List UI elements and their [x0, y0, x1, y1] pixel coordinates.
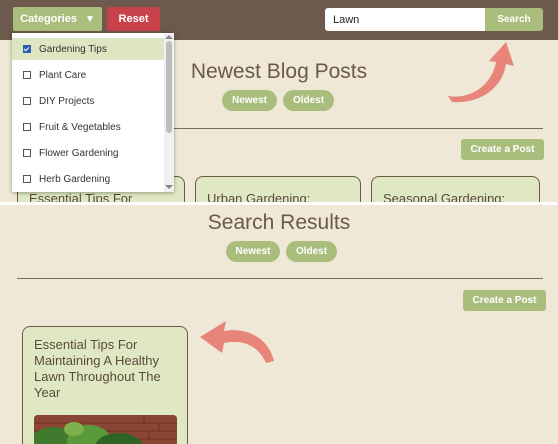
- categories-button-label: Categories: [20, 13, 77, 25]
- checkbox[interactable]: [23, 97, 31, 105]
- search-results-screen: Search Results Newest Oldest Create a Po…: [0, 205, 558, 444]
- blog-list-screen: Categories ▼ Reset Search Newest Blog Po…: [0, 0, 558, 202]
- post-card-title: Urban Gardening:: [207, 191, 311, 202]
- category-option-label: Fruit & Vegetables: [39, 121, 121, 133]
- section-divider: [17, 278, 543, 279]
- checkbox[interactable]: [23, 123, 31, 131]
- checkbox[interactable]: [23, 175, 31, 183]
- search-button[interactable]: Search: [485, 8, 543, 31]
- scrollbar-thumb[interactable]: [166, 41, 172, 133]
- category-option-diy-projects[interactable]: DIY Projects: [12, 90, 164, 112]
- post-card-title: Essential Tips For: [29, 191, 133, 202]
- category-option-fruit-vegetables[interactable]: Fruit & Vegetables: [12, 116, 164, 138]
- category-option-label: DIY Projects: [39, 95, 95, 107]
- categories-button[interactable]: Categories ▼: [13, 7, 102, 31]
- category-option-flower-gardening[interactable]: Flower Gardening: [12, 142, 164, 164]
- annotation-arrow-icon: [200, 321, 274, 363]
- post-thumbnail-image: [34, 415, 177, 444]
- category-option-label: Plant Care: [39, 69, 87, 81]
- category-option-label: Herb Gardening: [39, 173, 111, 185]
- category-option-label: Gardening Tips: [39, 43, 107, 55]
- caret-down-icon: ▼: [84, 13, 95, 25]
- scroll-down-arrow-icon[interactable]: [165, 185, 173, 189]
- dropdown-scrollbar[interactable]: [164, 33, 174, 192]
- category-option-label: Flower Gardening: [39, 147, 119, 159]
- sort-newest-button[interactable]: Newest: [226, 241, 280, 262]
- category-option-gardening-tips[interactable]: Gardening Tips: [12, 38, 164, 60]
- category-option-herb-gardening[interactable]: Herb Gardening: [12, 168, 164, 190]
- annotation-arrow-icon: [448, 42, 514, 103]
- sort-newest-button[interactable]: Newest: [222, 90, 277, 111]
- blog-post-card[interactable]: Urban Gardening:: [195, 176, 361, 202]
- checkbox[interactable]: [23, 71, 31, 79]
- search-result-card[interactable]: Essential Tips For Maintaining A Healthy…: [22, 326, 188, 444]
- reset-button[interactable]: Reset: [107, 7, 160, 31]
- search-results-title: Search Results: [207, 211, 351, 234]
- post-card-title: Seasonal Gardening:: [383, 191, 506, 202]
- sort-oldest-button[interactable]: Oldest: [283, 90, 334, 111]
- blog-post-card[interactable]: Seasonal Gardening:: [371, 176, 540, 202]
- categories-dropdown-menu: Gardening Tips Plant Care DIY Projects F…: [12, 33, 174, 192]
- create-post-button[interactable]: Create a Post: [463, 290, 546, 311]
- checkbox[interactable]: [23, 149, 31, 157]
- sort-oldest-button[interactable]: Oldest: [286, 241, 337, 262]
- category-option-plant-care[interactable]: Plant Care: [12, 64, 164, 86]
- checkbox-checked[interactable]: [23, 45, 31, 53]
- create-post-button[interactable]: Create a Post: [461, 139, 544, 160]
- search-input[interactable]: [325, 8, 485, 31]
- scroll-up-arrow-icon[interactable]: [165, 35, 173, 39]
- post-card-title: Essential Tips For Maintaining A Healthy…: [34, 337, 161, 400]
